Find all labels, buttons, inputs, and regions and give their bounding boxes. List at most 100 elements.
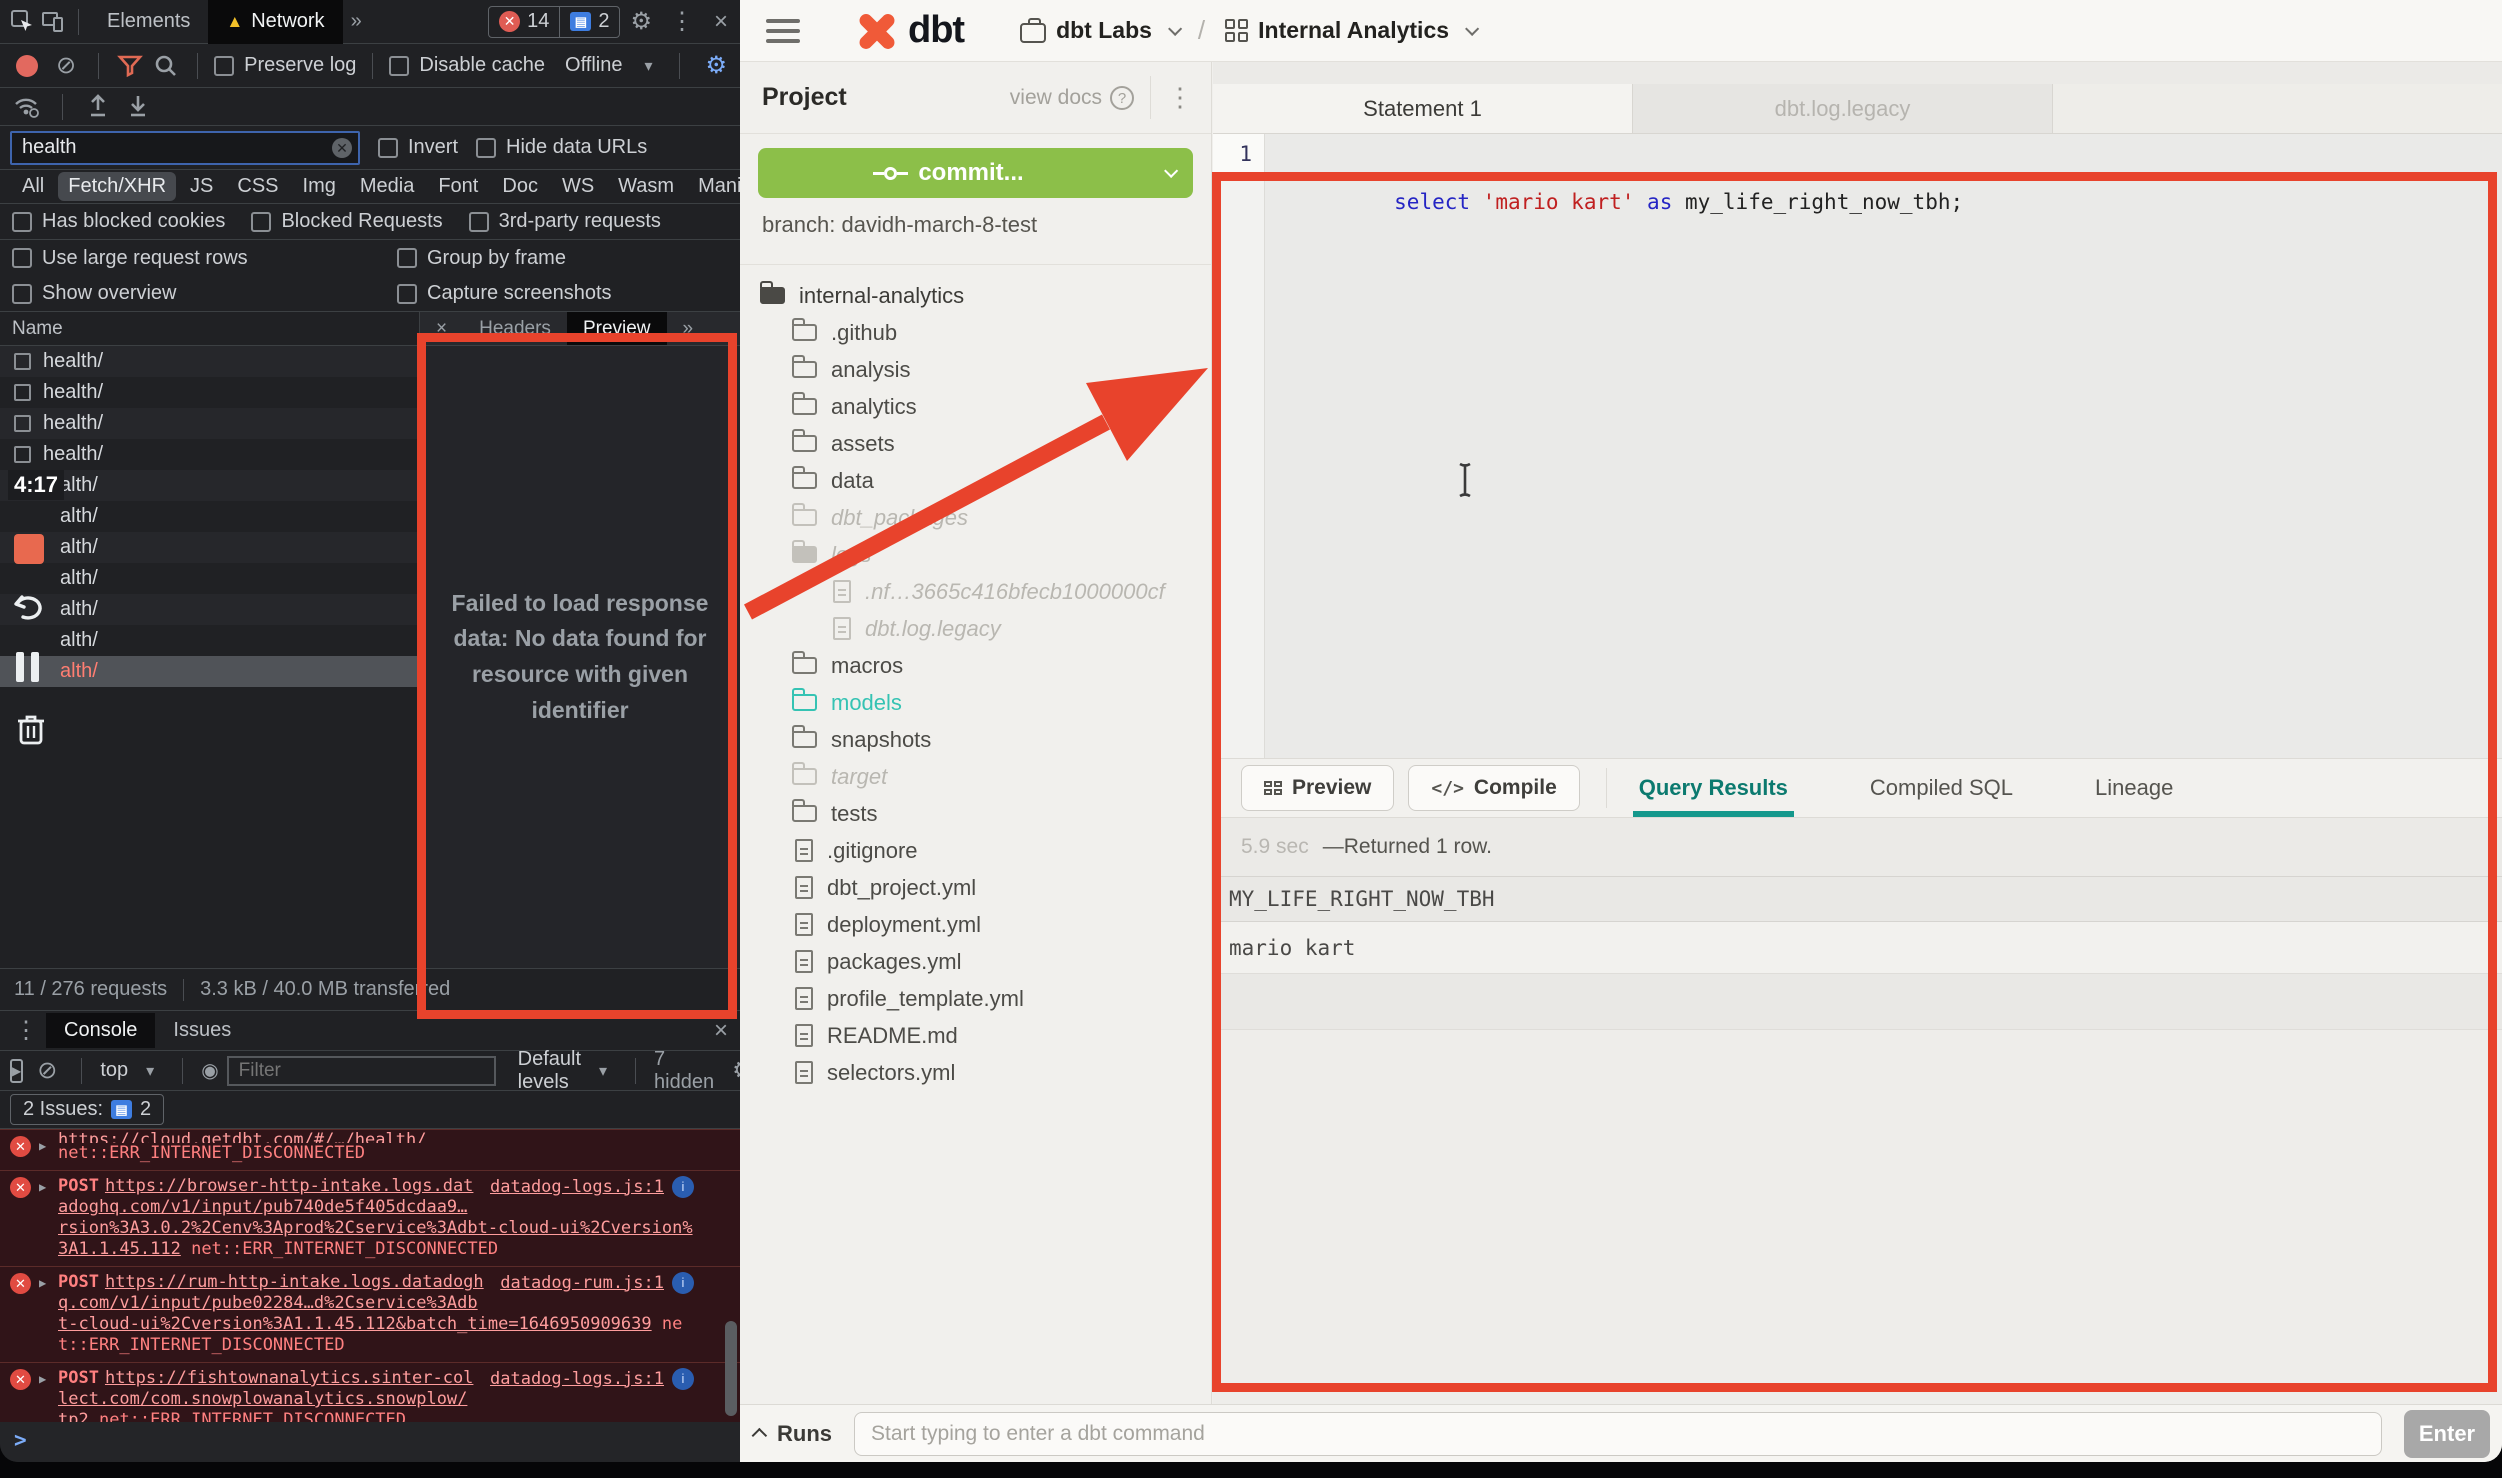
search-icon[interactable] bbox=[151, 51, 181, 81]
editor-tab[interactable]: Statement 1 bbox=[1213, 84, 1633, 133]
console-sidebar-icon[interactable]: ▶ bbox=[10, 1059, 23, 1083]
project-switcher[interactable]: Internal Analytics bbox=[1225, 17, 1475, 44]
tab-network[interactable]: ▲Network bbox=[208, 0, 342, 44]
results-row[interactable]: mario kart bbox=[1213, 922, 2502, 974]
console-error-entry[interactable]: ✕ ▶ datadog-logs.js:1i POSThttps://fisht… bbox=[0, 1363, 740, 1422]
compile-button[interactable]: </> Compile bbox=[1408, 765, 1579, 811]
file-tree-item[interactable]: internal-analytics bbox=[740, 277, 1211, 314]
invert-checkbox[interactable]: Invert bbox=[378, 136, 458, 159]
file-tree-item[interactable]: .gitignore bbox=[740, 832, 1211, 869]
results-column-header[interactable]: MY_LIFE_RIGHT_NOW_TBH bbox=[1213, 876, 2502, 922]
console-close-icon[interactable]: × bbox=[702, 1017, 740, 1045]
view-docs-link[interactable]: view docs ? bbox=[1010, 86, 1134, 110]
devtools-close-icon[interactable]: × bbox=[702, 8, 740, 36]
tab-console[interactable]: Console bbox=[46, 1013, 155, 1048]
tab-elements[interactable]: Elements bbox=[89, 0, 208, 44]
settings-gear-icon[interactable]: ⚙ bbox=[620, 7, 662, 36]
record-icon[interactable] bbox=[16, 55, 38, 77]
resource-type-chip[interactable]: Doc bbox=[492, 172, 548, 201]
log-levels-dropdown[interactable]: Default levels bbox=[518, 1048, 581, 1094]
disable-cache-checkbox[interactable]: Disable cache bbox=[389, 54, 545, 77]
source-link[interactable]: datadog-logs.js:1 bbox=[490, 1177, 664, 1198]
console-error-entry[interactable]: ✕ ▶ datadog-rum.js:1i POSThttps://rum-ht… bbox=[0, 1267, 740, 1363]
throttling-dropdown[interactable]: Offline bbox=[565, 54, 622, 77]
context-selector[interactable]: top bbox=[100, 1059, 128, 1082]
dropdown-caret-icon[interactable]: ▾ bbox=[644, 56, 652, 76]
network-option-checkbox[interactable]: Show overview bbox=[12, 282, 397, 305]
scrollbar-thumb[interactable] bbox=[725, 1321, 737, 1416]
resource-type-chip[interactable]: CSS bbox=[227, 172, 288, 201]
request-row[interactable]: alth/ bbox=[0, 563, 419, 594]
console-error-entry[interactable]: ✕ ▶ datadog-logs.js:1i POSThttps://brows… bbox=[0, 1171, 740, 1267]
file-tree-item[interactable]: dbt.log.legacy bbox=[740, 610, 1211, 647]
tab-preview[interactable]: Preview bbox=[567, 312, 667, 345]
device-toolbar-icon[interactable] bbox=[38, 7, 68, 37]
console-kebab-icon[interactable]: ⋮ bbox=[6, 1016, 46, 1045]
resource-type-chip[interactable]: Wasm bbox=[608, 172, 684, 201]
sql-editor[interactable]: 1 select 'mario kart' as my_life_right_n… bbox=[1213, 134, 2502, 758]
file-tree-item[interactable]: target bbox=[740, 758, 1211, 795]
file-tree-item[interactable]: .github bbox=[740, 314, 1211, 351]
stop-recording-button[interactable] bbox=[14, 534, 44, 564]
resource-type-chip[interactable]: Media bbox=[350, 172, 424, 201]
disclosure-icon[interactable]: ▶ bbox=[39, 1177, 46, 1198]
hamburger-menu-icon[interactable] bbox=[766, 19, 800, 43]
issues-chip[interactable]: 2 Issues: ▤ 2 bbox=[10, 1094, 164, 1125]
source-link[interactable]: datadog-logs.js:1 bbox=[490, 1369, 664, 1390]
request-row[interactable]: health/ bbox=[0, 439, 419, 470]
request-row[interactable]: alth/ bbox=[0, 594, 419, 625]
tab-issues[interactable]: Issues bbox=[155, 1013, 249, 1048]
live-expression-icon[interactable]: ◉ bbox=[201, 1058, 218, 1083]
file-tree-item[interactable]: dbt_project.yml bbox=[740, 869, 1211, 906]
network-option-checkbox[interactable]: Use large request rows bbox=[12, 247, 397, 270]
export-har-icon[interactable] bbox=[123, 92, 153, 122]
file-tree-item[interactable]: selectors.yml bbox=[740, 1054, 1211, 1091]
sidebar-kebab-icon[interactable]: ⋮ bbox=[1150, 76, 1197, 119]
editor-tab[interactable]: dbt.log.legacy bbox=[1633, 84, 2053, 133]
dbt-command-input[interactable] bbox=[854, 1412, 2382, 1456]
file-tree-item[interactable]: tests bbox=[740, 795, 1211, 832]
account-switcher[interactable]: dbt Labs bbox=[1020, 17, 1178, 44]
resource-type-chip[interactable]: WS bbox=[552, 172, 604, 201]
file-tree-item[interactable]: dbt_packages bbox=[740, 499, 1211, 536]
request-row[interactable]: alth/ bbox=[0, 501, 419, 532]
network-filter-checkbox[interactable]: Has blocked cookies bbox=[12, 210, 225, 233]
file-tree-item[interactable]: packages.yml bbox=[740, 943, 1211, 980]
kebab-menu-icon[interactable]: ⋮ bbox=[662, 7, 702, 36]
request-row[interactable]: health/ bbox=[0, 346, 419, 377]
file-tree-item[interactable]: data bbox=[740, 462, 1211, 499]
file-tree-item[interactable]: README.md bbox=[740, 1017, 1211, 1054]
clear-console-icon[interactable]: ⊘ bbox=[37, 1056, 57, 1085]
filter-funnel-icon[interactable] bbox=[115, 51, 145, 81]
detail-more-tabs[interactable]: » bbox=[667, 312, 710, 345]
network-conditions-icon[interactable] bbox=[12, 92, 42, 122]
resource-type-chip[interactable]: Font bbox=[428, 172, 488, 201]
source-link[interactable]: datadog-rum.js:1 bbox=[500, 1273, 664, 1294]
name-column-header[interactable]: Name bbox=[0, 312, 419, 346]
resource-type-chip[interactable]: All bbox=[12, 172, 54, 201]
resource-type-chip[interactable]: JS bbox=[180, 172, 223, 201]
results-tab[interactable]: Compiled SQL bbox=[1864, 775, 2019, 817]
network-filter-checkbox[interactable]: 3rd-party requests bbox=[469, 210, 661, 233]
request-row[interactable]: alth/ bbox=[0, 625, 419, 656]
network-settings-gear-icon[interactable]: ⚙ bbox=[696, 51, 738, 80]
enter-button[interactable]: Enter bbox=[2404, 1410, 2490, 1458]
request-row[interactable]: alth/ bbox=[0, 656, 419, 687]
commit-dropdown[interactable] bbox=[1139, 148, 1193, 198]
results-tab[interactable]: Query Results bbox=[1633, 775, 1794, 817]
file-tree-item[interactable]: macros bbox=[740, 647, 1211, 684]
runs-toggle[interactable]: Runs bbox=[756, 1421, 832, 1447]
file-tree-item[interactable]: snapshots bbox=[740, 721, 1211, 758]
undo-icon[interactable] bbox=[12, 593, 46, 628]
network-option-checkbox[interactable]: Capture screenshots bbox=[397, 282, 728, 305]
console-prompt[interactable]: > bbox=[0, 1422, 740, 1462]
commit-button[interactable]: commit... bbox=[758, 148, 1193, 198]
disclosure-icon[interactable]: ▶ bbox=[39, 1136, 46, 1157]
pause-recording-button[interactable] bbox=[16, 652, 39, 682]
preserve-log-checkbox[interactable]: Preserve log bbox=[214, 54, 356, 77]
import-har-icon[interactable] bbox=[83, 92, 113, 122]
more-tabs-button[interactable]: » bbox=[343, 10, 370, 33]
disclosure-icon[interactable]: ▶ bbox=[39, 1369, 46, 1390]
console-error-entry[interactable]: ✕ ▶ i https://cloud.getdbt.com/#/…/healt… bbox=[0, 1129, 740, 1171]
disclosure-icon[interactable]: ▶ bbox=[39, 1273, 46, 1294]
